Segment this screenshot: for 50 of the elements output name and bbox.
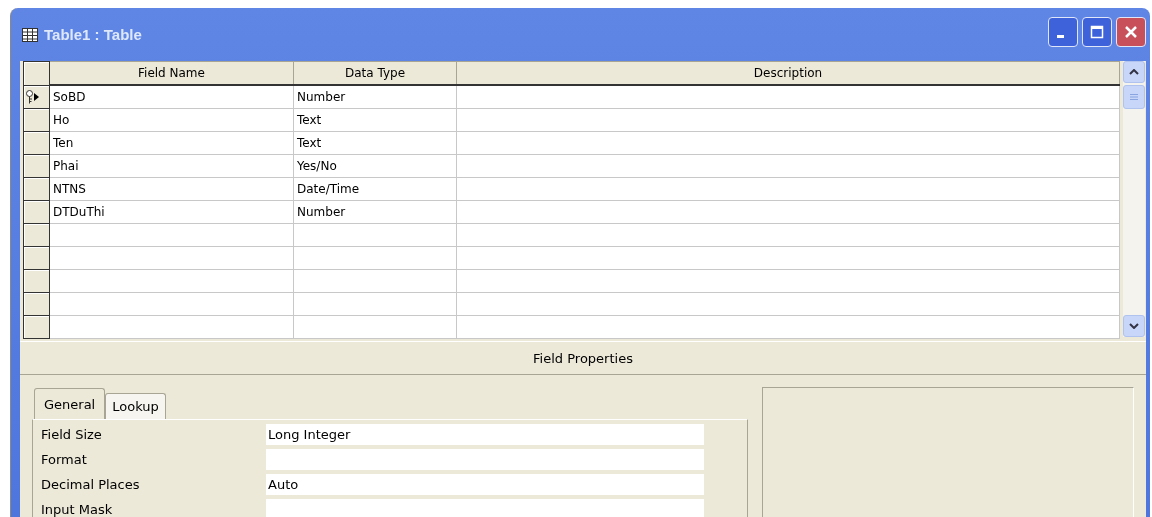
property-field[interactable]: Long Integer	[266, 424, 704, 445]
table-cell[interactable]: Ho	[49, 108, 294, 132]
minimize-icon	[1056, 35, 1064, 38]
row-selector[interactable]	[23, 292, 50, 316]
table-cell[interactable]: Text	[293, 131, 457, 155]
vertical-scrollbar[interactable]	[1123, 61, 1145, 337]
property-label: Input Mask	[41, 502, 114, 517]
row-selector[interactable]	[23, 246, 50, 270]
property-field[interactable]	[266, 499, 704, 517]
tab[interactable]: Lookup	[105, 393, 166, 419]
table-cell[interactable]: SoBD	[49, 85, 294, 109]
property-label: Decimal Places	[41, 477, 141, 492]
column-header[interactable]: Data Type	[293, 61, 457, 85]
table-cell[interactable]: Yes/No	[293, 154, 457, 178]
close-icon	[1124, 24, 1138, 39]
tab[interactable]: General	[34, 388, 106, 419]
property-field[interactable]	[266, 449, 704, 470]
property-label: Field Size	[41, 427, 103, 442]
minimize-button[interactable]	[1048, 16, 1078, 47]
row-selector[interactable]	[23, 85, 50, 109]
row-selector[interactable]	[23, 177, 50, 201]
property-field[interactable]: Auto	[266, 474, 704, 495]
row-selector[interactable]	[23, 223, 50, 247]
row-selector[interactable]	[23, 269, 50, 293]
maximize-button[interactable]	[1082, 16, 1112, 47]
table-cell[interactable]: Number	[293, 85, 457, 109]
row-selector[interactable]	[23, 200, 50, 224]
window-title: Table1 : Table	[44, 26, 142, 43]
row-selector[interactable]	[23, 108, 50, 132]
scroll-down-button[interactable]	[1123, 315, 1145, 337]
table-cell[interactable]: Phai	[49, 154, 294, 178]
close-button[interactable]	[1116, 16, 1146, 47]
row-selector[interactable]	[23, 315, 50, 339]
scroll-up-button[interactable]	[1123, 61, 1145, 83]
table-cell[interactable]: NTNS	[49, 177, 294, 201]
scroll-thumb[interactable]	[1123, 85, 1145, 109]
row-selector[interactable]	[23, 154, 50, 178]
column-header[interactable]: Description	[456, 61, 1120, 85]
row-selector[interactable]	[23, 131, 50, 155]
column-header[interactable]: Field Name	[49, 61, 294, 85]
table-cell[interactable]: Number	[293, 200, 457, 224]
table-cell[interactable]: DTDuThi	[49, 200, 294, 224]
property-label: Format	[41, 452, 88, 467]
grip-icon	[1130, 93, 1138, 101]
section-title: Field Properties	[533, 350, 633, 366]
table-cell[interactable]: Text	[293, 108, 457, 132]
table-cell[interactable]: Ten	[49, 131, 294, 155]
table-icon	[22, 27, 38, 42]
maximize-icon	[1090, 24, 1104, 39]
table-cell[interactable]: Date/Time	[293, 177, 457, 201]
